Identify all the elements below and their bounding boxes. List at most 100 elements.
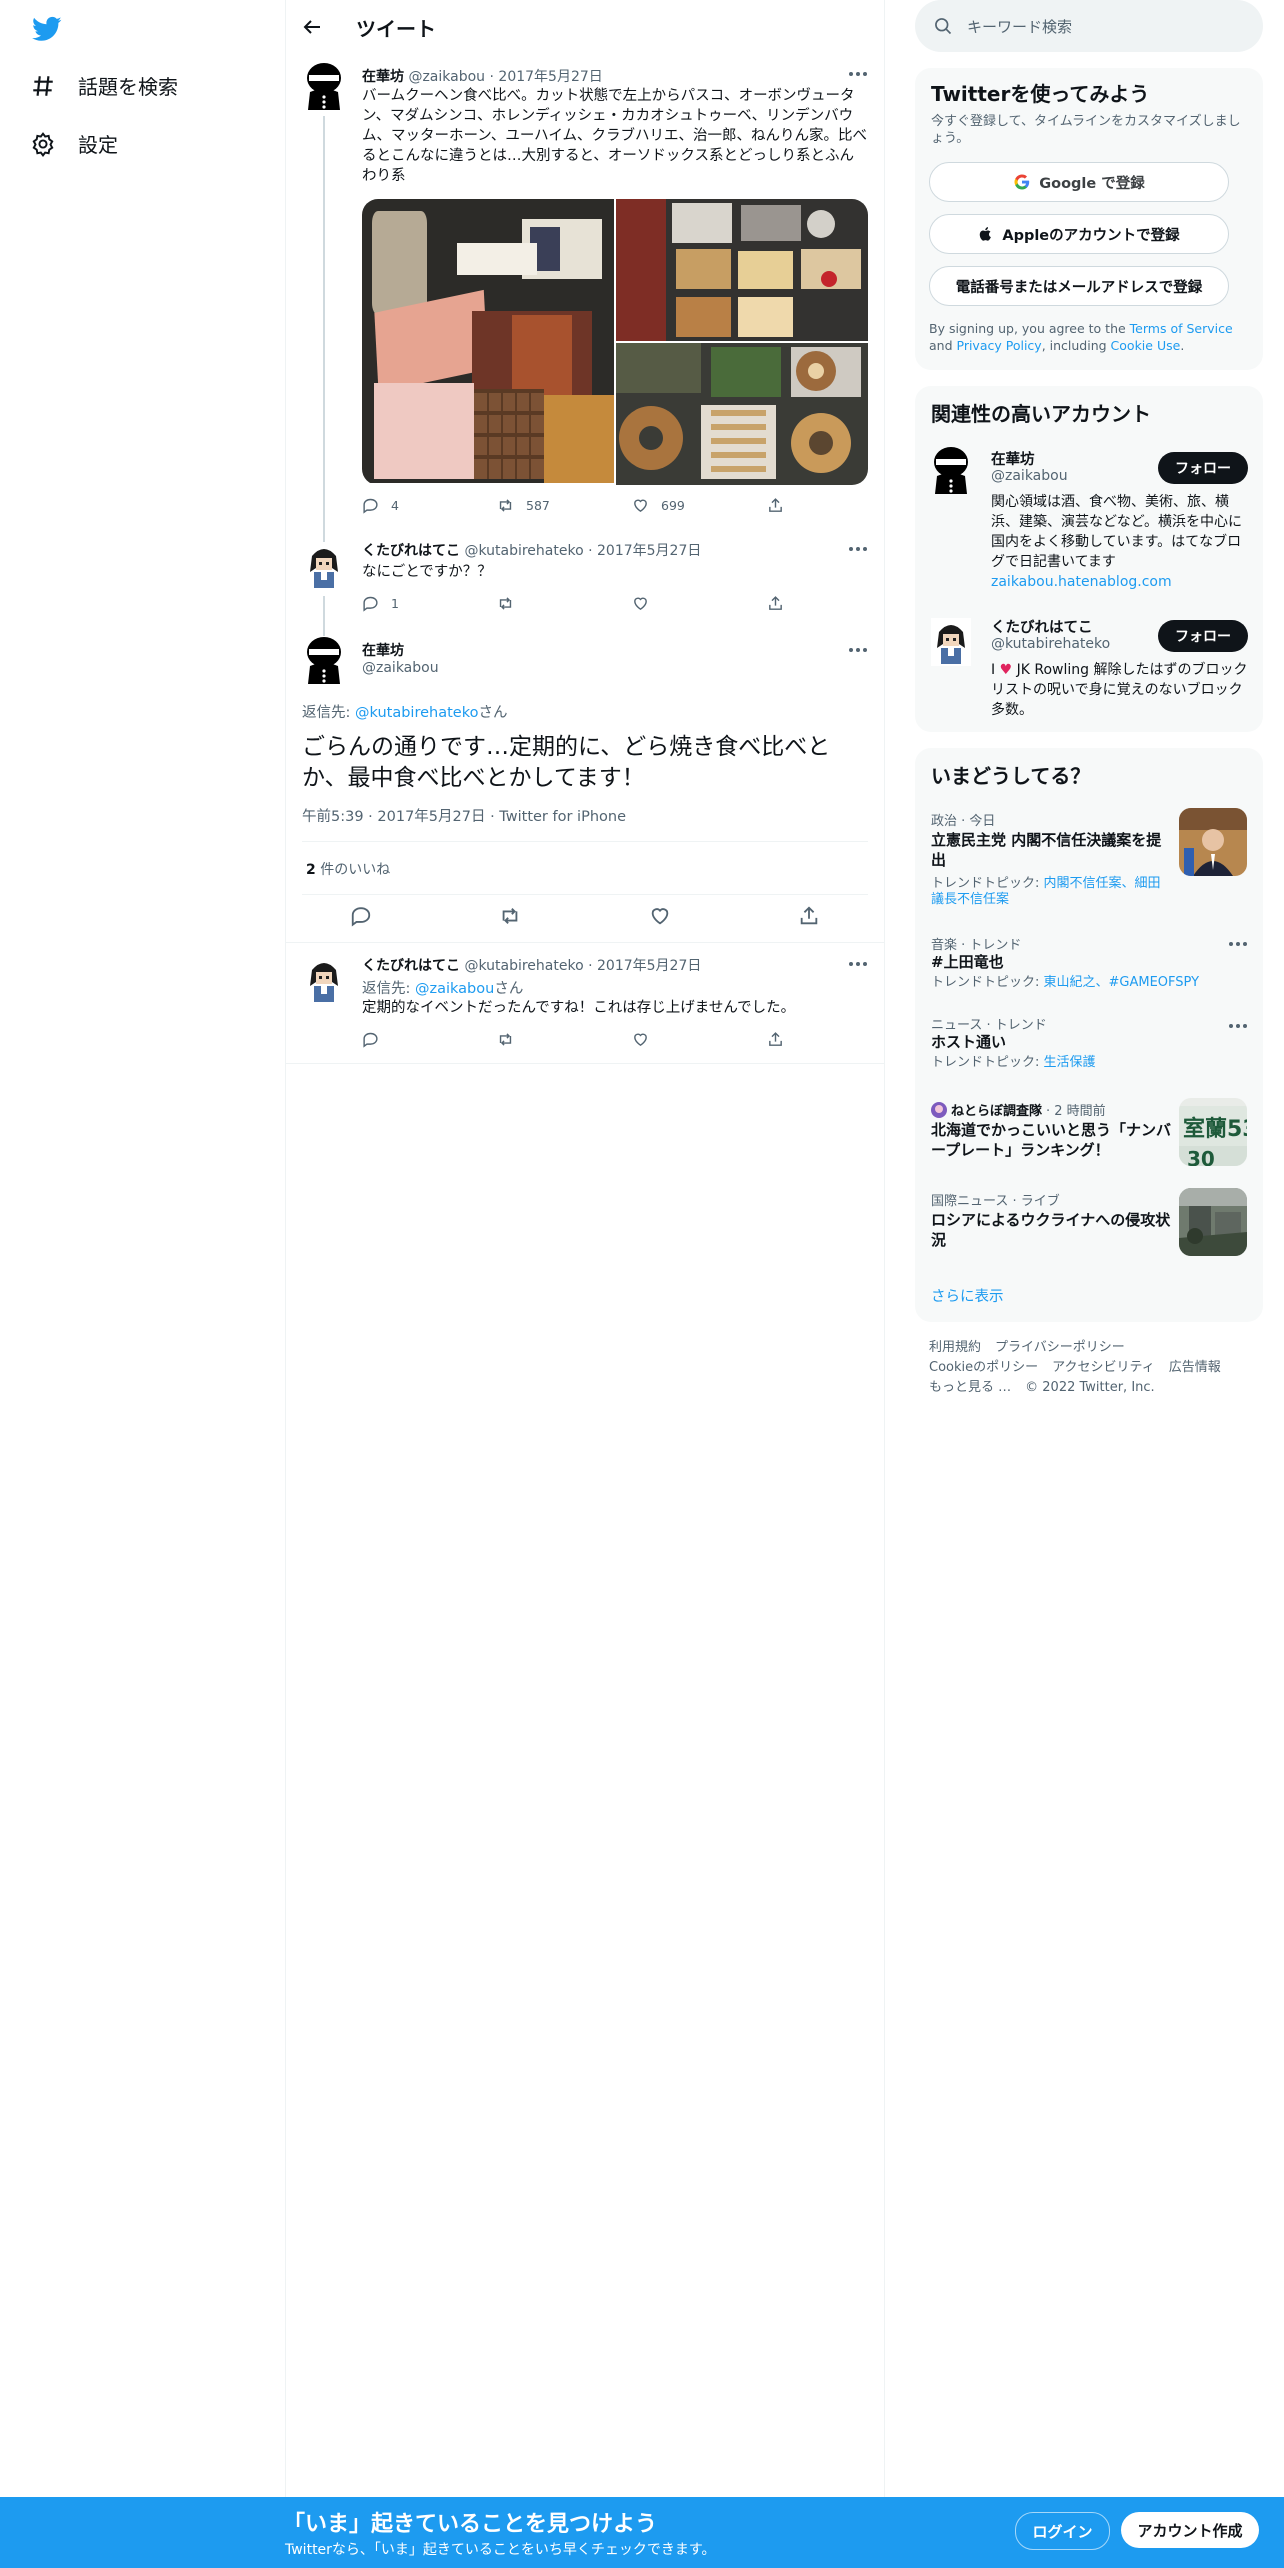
show-more-link[interactable]: さらに表示 bbox=[931, 1285, 1004, 1306]
avatar[interactable] bbox=[931, 618, 971, 666]
author-handle[interactable]: @zaikabou bbox=[362, 660, 439, 676]
retweet-icon[interactable] bbox=[499, 905, 521, 927]
more-options-icon[interactable] bbox=[1228, 940, 1248, 948]
footer-cookie[interactable]: Cookieのポリシー bbox=[929, 1360, 1038, 1375]
tweet-timestamp[interactable]: 午前5:39 · 2017年5月27日 · Twitter for iPhone bbox=[302, 805, 626, 826]
footer-privacy[interactable]: プライバシーポリシー bbox=[995, 1340, 1125, 1355]
tweet-actions: 4 587 699 bbox=[362, 497, 902, 514]
media-photo-2[interactable] bbox=[616, 199, 868, 341]
avatar[interactable] bbox=[304, 956, 344, 1004]
google-signup-button[interactable]: Google で登録 bbox=[929, 162, 1229, 202]
more-options-icon[interactable] bbox=[848, 960, 868, 968]
retweet-button[interactable] bbox=[497, 595, 632, 612]
more-options-icon[interactable] bbox=[1228, 1022, 1248, 1030]
share-icon bbox=[769, 498, 782, 512]
terms-link[interactable]: Terms of Service bbox=[1130, 321, 1233, 336]
search-box[interactable]: キーワード検索 bbox=[915, 0, 1263, 52]
search-input[interactable]: キーワード検索 bbox=[967, 16, 1072, 37]
reply-to-link[interactable]: @kutabirehateko bbox=[355, 705, 478, 721]
nav-explore[interactable]: 話題を検索 bbox=[30, 71, 178, 100]
avatar[interactable] bbox=[931, 446, 971, 494]
phone-email-signup-button[interactable]: 電話番号またはメールアドレスで登録 bbox=[929, 266, 1229, 306]
account-name[interactable]: くたびれはてこ bbox=[991, 616, 1093, 637]
share-button[interactable] bbox=[767, 497, 902, 514]
tweet-date[interactable]: 2017年5月27日 bbox=[597, 543, 701, 559]
media-photo-1[interactable] bbox=[362, 199, 614, 483]
like-button[interactable] bbox=[632, 1031, 767, 1048]
retweet-button[interactable] bbox=[497, 1031, 632, 1048]
left-navigation: 話題を検索 設定 bbox=[0, 0, 286, 2568]
timestamp-text: 午前5:39 · 2017年5月27日 · Twitter for iPhone bbox=[302, 809, 626, 825]
reply-button[interactable] bbox=[362, 1031, 497, 1048]
reply-prefix: 返信先: bbox=[302, 705, 355, 721]
more-options-icon[interactable] bbox=[848, 545, 868, 553]
reply-button[interactable]: 1 bbox=[362, 595, 497, 612]
like-button[interactable]: 699 bbox=[632, 497, 767, 514]
heart-icon[interactable] bbox=[649, 905, 671, 927]
more-options-icon[interactable] bbox=[848, 70, 868, 78]
reply-icon bbox=[363, 1032, 378, 1048]
author-handle[interactable]: @kutabirehateko bbox=[464, 543, 583, 559]
heart-icon bbox=[634, 499, 647, 513]
footer-more[interactable]: もっと見る … bbox=[929, 1380, 1011, 1395]
account-name[interactable]: 在華坊 bbox=[991, 448, 1035, 469]
follow-button[interactable]: フォロー bbox=[1158, 620, 1248, 652]
reply-to-link[interactable]: @zaikabou bbox=[415, 981, 494, 997]
hashtag-icon bbox=[33, 75, 53, 96]
share-icon[interactable] bbox=[798, 905, 820, 927]
account-bio-post: JK Rowling 解除したはずのブロックリストの呪いで身に覚えのないブロック… bbox=[991, 662, 1248, 718]
account-handle[interactable]: @kutabirehateko bbox=[991, 636, 1110, 652]
login-button[interactable]: ログイン bbox=[1015, 2512, 1110, 2550]
retweet-button[interactable]: 587 bbox=[497, 497, 632, 514]
footer-terms[interactable]: 利用規約 bbox=[929, 1340, 981, 1355]
reply-button[interactable]: 4 bbox=[362, 497, 497, 514]
retweet-icon bbox=[499, 597, 512, 610]
nav-explore-label: 話題を検索 bbox=[78, 75, 178, 99]
trend-sub-links[interactable]: 生活保護 bbox=[1044, 1055, 1096, 1070]
author-name[interactable]: くたびれはてこ bbox=[362, 543, 460, 559]
trend-category: 政治 · 今日 bbox=[931, 814, 996, 829]
author-name[interactable]: 在華坊 bbox=[362, 640, 404, 660]
privacy-link[interactable]: Privacy Policy bbox=[957, 338, 1042, 353]
apple-signup-label: Appleのアカウントで登録 bbox=[1002, 227, 1180, 244]
heart-icon bbox=[634, 1033, 647, 1047]
account-bio: 関心領域は酒、食べ物、美術、旅、横浜、建築、演芸などなど。横浜を中心に国内をよく… bbox=[991, 492, 1251, 592]
author-name[interactable]: 在華坊 bbox=[362, 69, 404, 85]
avatar[interactable] bbox=[304, 62, 344, 110]
tweet-date[interactable]: 2017年5月27日 bbox=[597, 958, 701, 974]
reply-suffix: さん bbox=[494, 981, 524, 997]
account-handle[interactable]: @zaikabou bbox=[991, 468, 1068, 484]
account-bio-link[interactable]: zaikabou.hatenablog.com bbox=[991, 574, 1172, 590]
author-handle[interactable]: @zaikabou bbox=[408, 69, 485, 85]
twitter-bird-icon[interactable] bbox=[30, 14, 64, 44]
avatar[interactable] bbox=[304, 636, 344, 684]
avatar[interactable] bbox=[304, 542, 344, 590]
cookie-link[interactable]: Cookie Use bbox=[1111, 338, 1181, 353]
share-button[interactable] bbox=[767, 595, 902, 612]
apple-signup-button[interactable]: Appleのアカウントで登録 bbox=[929, 214, 1229, 254]
author-name[interactable]: くたびれはてこ bbox=[362, 958, 460, 974]
tweet-date[interactable]: 2017年5月27日 bbox=[498, 69, 602, 85]
divider bbox=[286, 1063, 884, 1064]
tweet-media-grid[interactable] bbox=[362, 199, 868, 485]
likes-summary[interactable]: 2 件のいいね bbox=[306, 859, 390, 879]
trend-sub-links[interactable]: 東山紀之、#GAMEOFSPY bbox=[1044, 975, 1200, 990]
nav-settings[interactable]: 設定 bbox=[30, 129, 118, 158]
page-header: ツイート bbox=[286, 0, 884, 54]
media-photo-3[interactable] bbox=[616, 343, 868, 485]
reply-icon[interactable] bbox=[350, 905, 372, 927]
reply-prefix: 返信先: bbox=[362, 981, 415, 997]
like-button[interactable] bbox=[632, 595, 767, 612]
trend-title: ホスト通い bbox=[931, 1033, 1007, 1051]
footer-accessibility[interactable]: アクセシビリティ bbox=[1052, 1360, 1155, 1375]
follow-button[interactable]: フォロー bbox=[1158, 452, 1248, 484]
signup-button[interactable]: アカウント作成 bbox=[1121, 2512, 1259, 2548]
more-options-icon[interactable] bbox=[848, 646, 868, 654]
thread-line bbox=[323, 116, 325, 544]
back-arrow-icon[interactable] bbox=[300, 15, 324, 39]
trend-sub-prefix: トレンドトピック: bbox=[931, 876, 1044, 891]
share-button[interactable] bbox=[767, 1031, 902, 1048]
search-icon bbox=[935, 18, 952, 35]
author-handle[interactable]: @kutabirehateko bbox=[464, 958, 583, 974]
footer-ads[interactable]: 広告情報 bbox=[1169, 1360, 1221, 1375]
